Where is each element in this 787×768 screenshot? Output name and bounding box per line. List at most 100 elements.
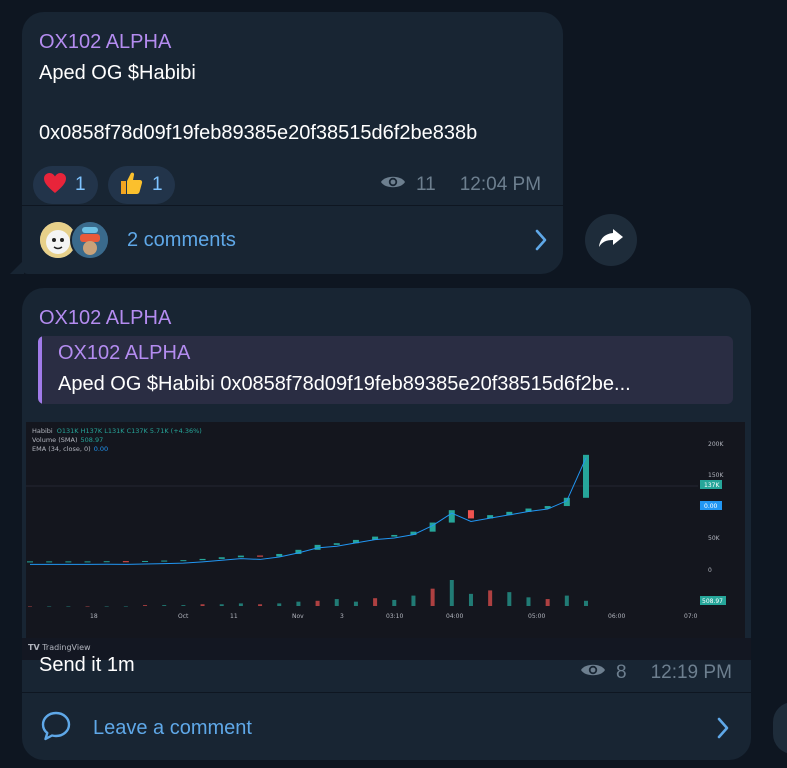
tv-watermark-text: TradingView	[42, 643, 91, 652]
volume-bar	[85, 606, 90, 607]
quote-sender: OX102 ALPHA	[58, 342, 191, 364]
price-candle	[65, 561, 72, 563]
x-tick-label: 18	[90, 613, 98, 620]
heart-icon	[43, 172, 67, 199]
volume-bar	[411, 595, 416, 606]
volume-bar	[104, 606, 109, 607]
bubble-tail	[10, 260, 24, 274]
volume-bar	[564, 595, 569, 606]
volume-bar	[392, 599, 397, 606]
avatar	[70, 220, 110, 260]
price-candle	[46, 561, 53, 563]
quote-bar	[38, 336, 42, 404]
volume-bar	[47, 606, 52, 607]
x-tick-label: 05:00	[528, 613, 545, 620]
volume-bar	[449, 580, 454, 606]
y-tick-label: 200K	[708, 441, 724, 448]
price-candle	[333, 543, 340, 545]
tv-logo-icon: TV	[28, 643, 40, 652]
reply-quote[interactable]: OX102 ALPHA Aped OG $Habibi 0x0858f78d09…	[38, 336, 733, 404]
comment-bubble-icon	[40, 710, 72, 747]
view-count: 8	[616, 662, 627, 683]
timestamp: 12:04 PM	[459, 174, 542, 195]
chevron-right-icon	[716, 716, 730, 745]
x-tick-label: Nov	[292, 613, 304, 620]
message-bubble[interactable]: OX102 ALPHA OX102 ALPHA Aped OG $Habibi …	[22, 288, 751, 760]
commenter-avatars	[38, 220, 114, 260]
y-tick-label: 50K	[708, 535, 721, 542]
price-candle	[27, 561, 33, 563]
volume-bar	[277, 603, 282, 606]
volume-bar	[219, 604, 224, 606]
volume-bar	[200, 604, 205, 606]
volume-bar	[545, 599, 550, 606]
timestamp: 12:19 PM	[650, 662, 732, 683]
message-bubble[interactable]: OX102 ALPHA Aped OG $Habibi 0x0858f78d09…	[10, 12, 563, 274]
eye-icon	[380, 174, 406, 196]
price-candle	[218, 557, 225, 559]
y-tick-label: 0	[708, 567, 712, 574]
message-text-line: Aped OG $Habibi	[39, 62, 196, 84]
scroll-to-bottom-button[interactable]	[773, 702, 787, 754]
volume-bar	[430, 588, 435, 606]
volume-tag: 508.97	[702, 598, 723, 605]
sender-name[interactable]: OX102 ALPHA	[39, 31, 171, 54]
divider	[22, 692, 751, 693]
volume-bar	[526, 597, 531, 606]
price-candle	[583, 454, 589, 498]
price-chart: Habibi O131K H137K L131K C137K 5.71K (+4.…	[26, 427, 726, 620]
x-tick-label: 11	[230, 613, 238, 620]
ema-value: 0.00	[94, 445, 108, 453]
sender-name[interactable]: OX102 ALPHA	[39, 307, 171, 330]
chart-symbol: Habibi	[32, 427, 53, 435]
message-meta: 11 12:04 PM	[380, 174, 541, 196]
price-candle	[257, 555, 264, 557]
volume-bar	[373, 598, 378, 606]
chart-image[interactable]: Habibi O131K H137K L131K C137K 5.71K (+4.…	[26, 422, 745, 638]
volume-value: 508.97	[81, 436, 104, 444]
volume-bar	[143, 605, 148, 606]
ema-label: EMA (34, close, 0)	[32, 445, 91, 453]
comments-link[interactable]: 2 comments	[127, 229, 236, 252]
price-candle	[84, 561, 91, 563]
reaction-count: 1	[75, 174, 86, 195]
reaction-thumbs-up[interactable]: 1	[108, 166, 175, 204]
volume-bar	[66, 606, 71, 607]
volume-bar	[353, 601, 358, 606]
tradingview-logo: TV TradingView	[28, 643, 91, 652]
x-tick-label: 06:00	[608, 613, 625, 620]
price-candle	[448, 510, 455, 523]
forward-button[interactable]	[585, 214, 637, 266]
leave-comment-link[interactable]: Leave a comment	[93, 717, 252, 740]
price-candle	[199, 558, 206, 561]
volume-bar	[123, 606, 128, 607]
x-tick-label: 03:10	[386, 613, 403, 620]
x-tick-label: 3	[340, 613, 344, 620]
volume-bar	[334, 599, 339, 606]
reaction-count: 1	[152, 174, 163, 195]
contract-address: 0x0858f78d09f19feb89385e20f38515d6f2be83…	[39, 122, 478, 144]
comments-row[interactable]: 2 comments	[38, 218, 548, 262]
price-candle	[142, 560, 149, 562]
volume-bar	[488, 590, 493, 606]
volume-label: Volume (SMA)	[32, 436, 78, 444]
x-tick-label: Oct	[178, 613, 189, 620]
volume-bar	[162, 605, 167, 606]
volume-bar	[238, 603, 243, 606]
price-candle	[467, 510, 474, 519]
volume-bar	[258, 604, 263, 606]
price-candle	[391, 534, 398, 537]
x-tick-label: 04:00	[446, 613, 463, 620]
y-tick-label: 150K	[708, 472, 724, 479]
quote-text: Aped OG $Habibi 0x0858f78d09f19feb89385e…	[58, 373, 631, 395]
share-arrow-icon	[598, 227, 624, 254]
leave-comment-row[interactable]: Leave a comment	[40, 706, 730, 750]
ema-line	[30, 457, 587, 565]
eye-icon	[580, 662, 606, 684]
view-count: 11	[416, 174, 436, 195]
reaction-heart[interactable]: 1	[33, 166, 98, 204]
volume-bar	[468, 593, 473, 606]
chart-legend-ohlc: Habibi O131K H137K L131K C137K 5.71K (+4.…	[32, 427, 202, 435]
volume-bar	[296, 601, 301, 606]
chevron-right-icon	[534, 228, 548, 257]
